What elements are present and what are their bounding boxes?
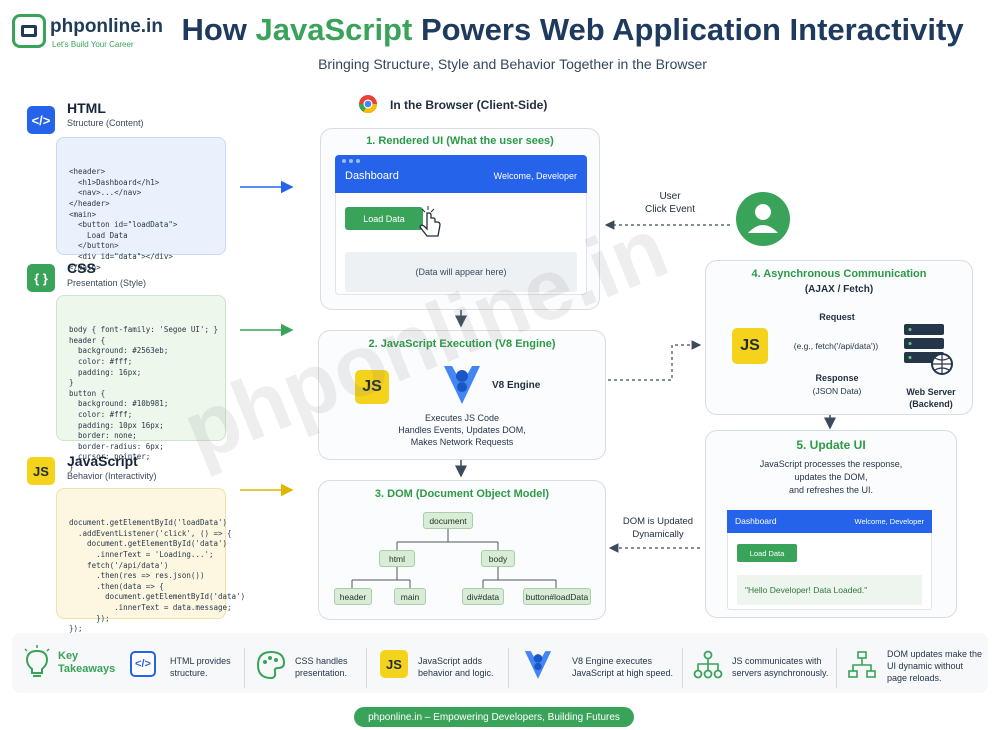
update-ui-title: 5. Update UI <box>796 438 866 452</box>
dom-node-div-data: div#data <box>462 588 504 605</box>
footer-divider <box>244 648 245 688</box>
html-title: HTML <box>67 100 106 116</box>
dom-node-html: html <box>379 550 415 567</box>
chrome-icon <box>358 94 378 114</box>
web-server-label: Web Server (Backend) <box>906 387 956 409</box>
response-label: Response <box>815 373 859 383</box>
footer-badge: phponline.in – Empowering Developers, Bu… <box>354 707 634 727</box>
takeaway-dom: DOM updates make the UI dynamic without pa… <box>887 649 983 683</box>
rendered-ui-title: 1. Rendered UI (What the user sees) <box>366 135 554 147</box>
js-icon: JS <box>380 650 408 678</box>
footer-divider <box>366 648 367 688</box>
js-title: JavaScript <box>67 453 138 469</box>
html-code-icon: </> <box>27 106 55 134</box>
pointer-cursor-icon <box>418 205 446 241</box>
user-avatar-icon <box>735 191 791 247</box>
loaded-data-result: "Hello Developer! Data Loaded." <box>737 575 922 605</box>
v8-engine-label: V8 Engine <box>492 380 541 391</box>
updated-load-data-button[interactable]: Load Data <box>737 544 797 562</box>
user-click-label: User Click Event <box>644 191 695 215</box>
page-subtitle: Bringing Structure, Style and Behavior T… <box>318 56 707 72</box>
load-data-button[interactable]: Load Data <box>345 207 423 230</box>
html-code-icon: </> <box>130 651 156 677</box>
js-execution-description: Executes JS Code Handles Events, Updates … <box>398 413 526 447</box>
browser-label: In the Browser (Client-Side) <box>390 98 548 112</box>
js-icon: JS <box>27 457 55 485</box>
network-icon <box>693 650 723 680</box>
takeaway-js: JavaScript adds behavior and logic. <box>418 656 494 678</box>
js-code-block: document.getElementById('loadData') .add… <box>56 488 245 633</box>
dom-node-button-loaddata: button#loadData <box>523 588 591 605</box>
async-subtitle: (AJAX / Fetch) <box>804 284 874 295</box>
request-label: Request <box>819 312 855 322</box>
v8-icon <box>522 648 554 682</box>
updated-welcome-text: Welcome, Developer <box>854 517 924 526</box>
js-execution-title: 2. JavaScript Execution (V8 Engine) <box>368 338 556 350</box>
footer-divider <box>508 648 509 688</box>
updated-app-title: Dashboard <box>735 516 777 526</box>
dom-node-header: header <box>334 588 372 605</box>
html-description: Structure (Content) <box>67 118 144 128</box>
dom-updated-label: DOM is Updated Dynamically <box>622 516 694 540</box>
updated-app-header: Dashboard Welcome, Developer <box>727 510 932 533</box>
takeaway-v8: V8 Engine executes JavaScript at high spe… <box>572 656 674 678</box>
js-icon: JS <box>355 370 389 404</box>
page-title: How JavaScript Powers Web Application In… <box>181 12 964 47</box>
mock-app-header: Dashboard Welcome, Developer <box>335 155 587 193</box>
takeaway-html: HTML provides structure. <box>170 656 231 678</box>
key-takeaways-bar <box>12 633 988 693</box>
dom-node-document: document <box>423 512 473 529</box>
css-code-block: body { font-family: 'Segoe UI'; } header … <box>56 295 226 472</box>
tree-icon <box>847 650 877 680</box>
footer-divider <box>836 648 837 688</box>
dom-node-body: body <box>481 550 515 567</box>
css-title: CSS <box>67 260 96 276</box>
server-icon <box>900 322 956 376</box>
palette-icon <box>256 650 286 680</box>
async-title: 4. Asynchronous Communication <box>751 268 927 280</box>
takeaway-async: JS communicates with servers asynchronous… <box>732 656 829 678</box>
mock-welcome-text: Welcome, Developer <box>493 171 577 181</box>
js-icon: JS <box>732 328 768 364</box>
takeaway-css: CSS handles presentation. <box>295 656 348 678</box>
dom-node-main: main <box>394 588 426 605</box>
html-code-block: <header> <h1>Dashboard</h1> <nav>...</na… <box>56 137 226 272</box>
response-subtitle: (JSON Data) <box>812 386 862 396</box>
request-code: (e.g., fetch('/api/data')) <box>793 341 879 351</box>
mock-app-title: Dashboard <box>345 170 399 182</box>
css-braces-icon: { } <box>27 264 55 292</box>
js-description: Behavior (Interactivity) <box>67 471 157 481</box>
lightbulb-icon <box>22 645 52 681</box>
key-takeaways-label: Key Takeaways <box>58 650 116 675</box>
update-ui-description: JavaScript processes the response, update… <box>759 459 903 495</box>
css-description: Presentation (Style) <box>67 278 147 288</box>
footer-divider <box>682 648 683 688</box>
data-placeholder: (Data will appear here) <box>345 252 577 292</box>
v8-engine-icon <box>440 362 484 408</box>
